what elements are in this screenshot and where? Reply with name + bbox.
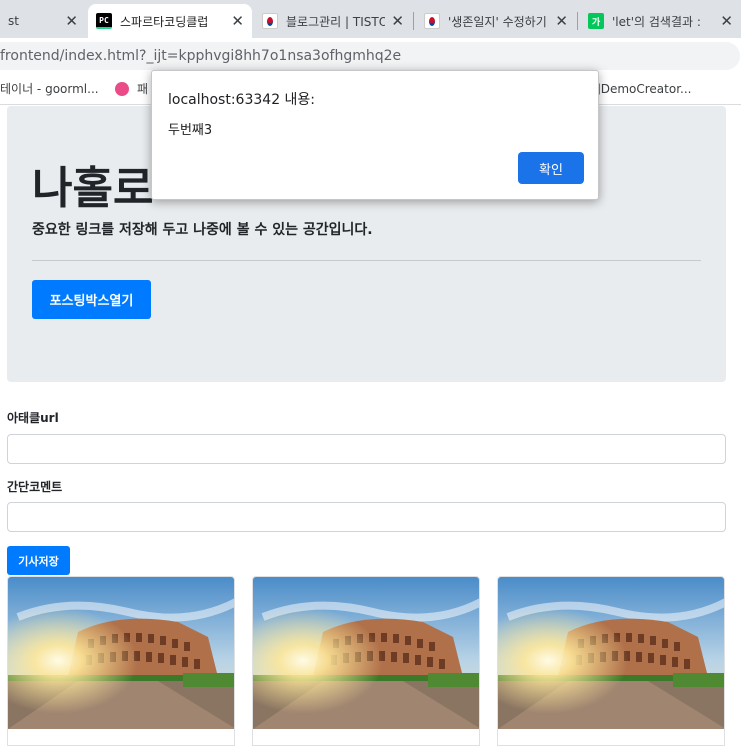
address-bar: frontend/index.html?_ijt=kpphvgi8hh7o1ns…	[0, 38, 741, 72]
close-icon[interactable]: ✕	[65, 12, 78, 30]
bookmark-label: 테이너 - goorml...	[0, 82, 99, 96]
tab-1-title: st	[8, 14, 19, 28]
bookmark-label: 패	[137, 82, 149, 96]
bookmark-democreator[interactable]: 세]DemoCreator...	[585, 80, 691, 97]
divider	[32, 260, 701, 261]
dialog-title: localhost:63342 내용:	[168, 92, 316, 108]
tab-4-title: '생존일지' 수정하기	[448, 14, 547, 29]
pycharm-icon: PC	[96, 13, 112, 29]
open-posting-box-button[interactable]: 포스팅박스열기	[32, 280, 151, 319]
korea-flag-icon	[424, 13, 440, 29]
tab-3[interactable]: 블로그관리 | TISTO ✕	[254, 4, 412, 38]
comment-label: 간단코멘트	[7, 480, 63, 494]
tab-4[interactable]: '생존일지' 수정하기 ✕	[416, 4, 576, 38]
url-label: 아태클url	[7, 411, 59, 425]
tab-separator	[577, 12, 578, 30]
dribbble-icon	[115, 81, 129, 96]
url-text[interactable]: frontend/index.html?_ijt=kpphvgi8hh7o1ns…	[0, 48, 401, 64]
bookmark-goorm[interactable]: 테이너 - goorml...	[0, 80, 99, 97]
tab-separator	[413, 12, 414, 30]
close-icon[interactable]: ✕	[231, 12, 244, 30]
naver-dictionary-icon: 가	[588, 13, 604, 29]
lead-text: 중요한 링크를 저장해 두고 나중에 볼 수 있는 공간입니다.	[32, 222, 373, 238]
close-icon[interactable]: ✕	[555, 12, 568, 30]
tab-5-title: 'let'의 검색결과 :	[612, 14, 701, 29]
bookmark-label: 세]DemoCreator...	[585, 82, 692, 96]
close-icon[interactable]: ✕	[391, 12, 404, 30]
colosseum-image	[253, 577, 479, 729]
alert-dialog: localhost:63342 내용: 두번째3 확인	[151, 70, 599, 200]
tab-2-title: 스파르타코딩클럽	[120, 14, 209, 29]
tab-1[interactable]: st ✕	[0, 4, 86, 38]
korea-flag-icon	[262, 13, 278, 29]
colosseum-image	[8, 577, 234, 729]
dialog-message: 두번째3	[168, 123, 213, 138]
page-title: 나홀로	[32, 163, 154, 214]
ok-button[interactable]: 확인	[518, 152, 584, 184]
tab-strip: st ✕ PC 스파르타코딩클럽 ✕ 블로그관리 | TISTO ✕ '생존일지…	[0, 0, 741, 38]
colosseum-image	[498, 577, 724, 729]
tab-2[interactable]: PC 스파르타코딩클럽 ✕	[88, 4, 252, 38]
tab-3-title: 블로그관리 | TISTO	[286, 14, 386, 29]
article-card[interactable]	[252, 576, 480, 746]
bookmark-dribbble[interactable]: 패	[115, 80, 148, 97]
article-card[interactable]	[497, 576, 725, 746]
comment-input[interactable]	[7, 502, 726, 532]
tab-5[interactable]: 가 'let'의 검색결과 : ✕	[580, 4, 741, 38]
url-input[interactable]	[7, 434, 726, 464]
close-icon[interactable]: ✕	[720, 12, 733, 30]
save-article-button[interactable]: 기사저장	[7, 546, 70, 575]
article-card[interactable]	[7, 576, 235, 746]
